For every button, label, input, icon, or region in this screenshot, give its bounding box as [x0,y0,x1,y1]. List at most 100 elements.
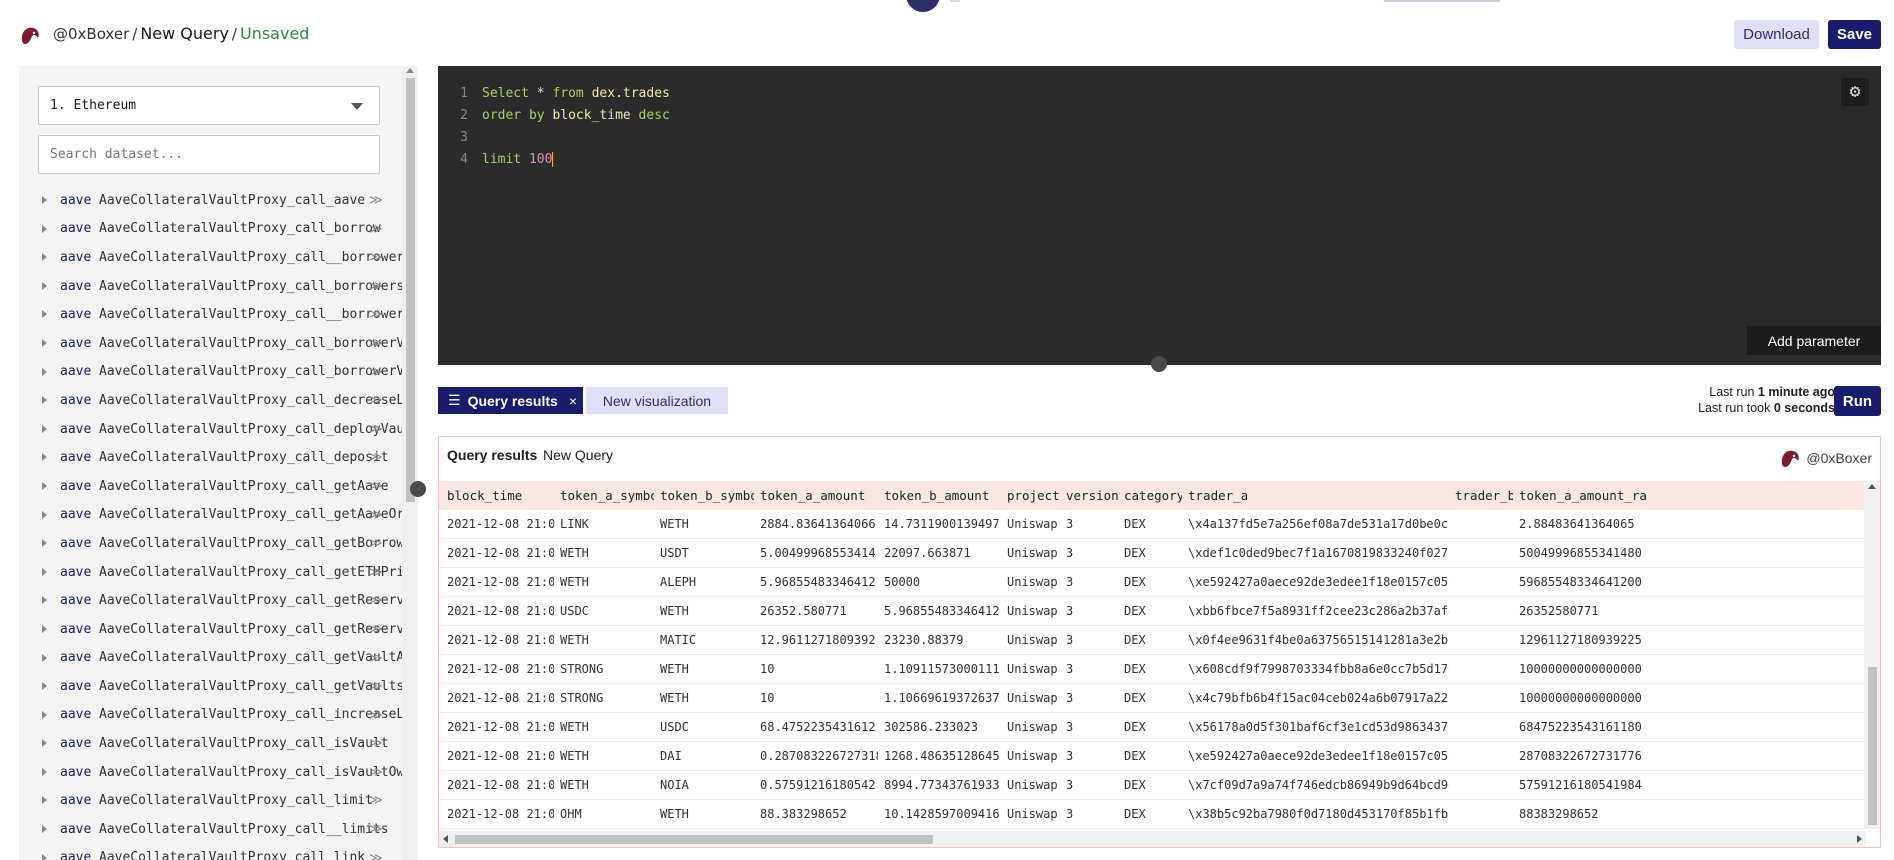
sidebar-resize-handle[interactable] [410,481,426,497]
expand-icon[interactable] [42,310,47,319]
column-header[interactable]: token_a_amount [760,481,878,510]
add-parameter-button[interactable]: Add parameter [1747,326,1881,355]
sidebar-table-item[interactable]: aave AaveCollateralVaultProxy_call__borro… [19,243,418,272]
expand-icon[interactable] [42,253,47,262]
insert-chevron-icon[interactable]: ≫ [369,651,383,666]
sidebar-table-item[interactable]: aave AaveCollateralVaultProxy_call_link ≫ [19,844,389,860]
insert-chevron-icon[interactable]: ≫ [369,793,383,808]
sidebar-table-item[interactable]: aave AaveCollateralVaultProxy_call_getRes… [19,615,418,644]
expand-icon[interactable] [42,739,47,748]
scrollbar-thumb[interactable] [1868,667,1877,825]
expand-icon[interactable] [42,767,47,776]
sidebar-table-item[interactable]: aave AaveCollateralVaultProxy_call__limit… [19,815,389,844]
results-owner[interactable]: @0xBoxer [1779,447,1872,469]
sidebar-table-item[interactable]: aave AaveCollateralVaultProxy_call_borrow… [19,329,418,358]
sidebar-table-item[interactable]: aave AaveCollateralVaultProxy_call_borrow… [19,358,418,387]
expand-icon[interactable] [42,624,47,633]
scroll-right-icon[interactable] [1857,835,1862,843]
insert-chevron-icon[interactable]: ≫ [369,365,383,380]
expand-icon[interactable] [42,281,47,290]
expand-icon[interactable] [42,453,47,462]
column-header[interactable]: project [1007,481,1060,510]
column-header[interactable]: token_b_amount [884,481,1001,510]
dataset-select[interactable]: 1. Ethereum [38,86,380,125]
insert-chevron-icon[interactable]: ≫ [369,593,383,608]
column-header[interactable]: token_b_symbol [660,481,754,510]
scrollbar-thumb[interactable] [455,835,933,844]
scroll-up-icon[interactable] [406,68,414,73]
expand-icon[interactable] [42,510,47,519]
sql-editor[interactable]: ⚙ Add parameter 1 Select * from dex.trade… [438,66,1881,365]
expand-icon[interactable] [42,825,47,834]
insert-chevron-icon[interactable]: ≫ [369,222,383,237]
expand-icon[interactable] [42,653,47,662]
sidebar-table-item[interactable]: aave AaveCollateralVaultProxy_call_getRes… [19,586,418,615]
insert-chevron-icon[interactable]: ≫ [369,536,383,551]
insert-chevron-icon[interactable]: ≫ [369,508,383,523]
sidebar-table-item[interactable]: aave AaveCollateralVaultProxy_call_getBor… [19,529,404,558]
breadcrumb-user[interactable]: @0xBoxer [53,25,129,43]
sidebar-table-item[interactable]: aave AaveCollateralVaultProxy_call_getAav… [19,472,389,501]
insert-chevron-icon[interactable]: ≫ [369,565,383,580]
column-header[interactable]: token_a_amount_ra [1519,481,1860,510]
expand-icon[interactable] [42,539,47,548]
insert-chevron-icon[interactable]: ≫ [369,450,383,465]
dataset-search-input[interactable] [38,135,380,174]
save-button[interactable]: Save [1828,20,1881,49]
sidebar-table-item[interactable]: aave AaveCollateralVaultProxy_call_borrow… [19,215,389,244]
column-header[interactable]: token_a_symbol [560,481,654,510]
sidebar-table-item[interactable]: aave AaveCollateralVaultProxy_call_borrow… [19,272,404,301]
insert-chevron-icon[interactable]: ≫ [369,393,383,408]
scrollbar-thumb[interactable] [406,78,415,502]
sidebar-table-item[interactable]: aave AaveCollateralVaultProxy_call_getVau… [19,672,404,701]
sidebar-table-item[interactable]: aave AaveCollateralVaultProxy_call_limit ≫ [19,786,389,815]
expand-icon[interactable] [42,567,47,576]
sidebar-scrollbar[interactable] [402,66,418,860]
expand-icon[interactable] [42,396,47,405]
insert-chevron-icon[interactable]: ≫ [369,193,383,208]
insert-chevron-icon[interactable]: ≫ [369,479,383,494]
column-header[interactable]: category [1124,481,1182,510]
tab-query-results[interactable]: ☰ Query results × [438,387,583,414]
expand-icon[interactable] [42,424,47,433]
sidebar-table-item[interactable]: aave AaveCollateralVaultProxy_call_isVaul… [19,758,418,787]
insert-chevron-icon[interactable]: ≫ [369,822,383,837]
column-header[interactable]: block_time [447,481,554,510]
expand-icon[interactable] [42,682,47,691]
sidebar-table-item[interactable]: aave AaveCollateralVaultProxy_call__borro… [19,300,412,329]
insert-chevron-icon[interactable]: ≫ [369,250,383,265]
expand-icon[interactable] [42,481,47,490]
results-horizontal-scrollbar[interactable] [439,831,1866,847]
expand-icon[interactable] [42,338,47,347]
insert-chevron-icon[interactable]: ≫ [369,736,383,751]
expand-icon[interactable] [42,596,47,605]
sidebar-table-item[interactable]: aave AaveCollateralVaultProxy_call_decrea… [19,386,418,415]
editor-resize-handle[interactable] [1151,356,1167,372]
insert-chevron-icon[interactable]: ≫ [369,336,383,351]
results-vertical-scrollbar[interactable] [1864,481,1880,829]
insert-chevron-icon[interactable]: ≫ [369,708,383,723]
sidebar-table-item[interactable]: aave AaveCollateralVaultProxy_call_getVau… [19,644,418,673]
sidebar-table-item[interactable]: aave AaveCollateralVaultProxy_call_aave ≫ [19,186,389,215]
query-title[interactable]: New Query [140,24,229,43]
sidebar-table-item[interactable]: aave AaveCollateralVaultProxy_call_deploy… [19,415,418,444]
run-button[interactable]: Run [1834,386,1881,416]
gear-icon[interactable]: ⚙ [1841,78,1869,106]
sidebar-table-item[interactable]: aave AaveCollateralVaultProxy_call_getAav… [19,501,418,530]
insert-chevron-icon[interactable]: ≫ [369,622,383,637]
column-header[interactable]: trader_a [1188,481,1449,510]
download-button[interactable]: Download [1734,20,1819,49]
insert-chevron-icon[interactable]: ≫ [369,765,383,780]
insert-chevron-icon[interactable]: ≫ [369,307,383,322]
expand-icon[interactable] [42,710,47,719]
expand-icon[interactable] [42,853,47,860]
user-avatar-icon[interactable] [19,24,41,46]
expand-icon[interactable] [42,224,47,233]
sidebar-table-item[interactable]: aave AaveCollateralVaultProxy_call_deposi… [19,443,389,472]
insert-chevron-icon[interactable]: ≫ [369,851,383,860]
insert-chevron-icon[interactable]: ≫ [369,279,383,294]
scroll-left-icon[interactable] [443,835,448,843]
insert-chevron-icon[interactable]: ≫ [369,422,383,437]
sidebar-table-item[interactable]: aave AaveCollateralVaultProxy_call_increa… [19,701,418,730]
expand-icon[interactable] [42,796,47,805]
